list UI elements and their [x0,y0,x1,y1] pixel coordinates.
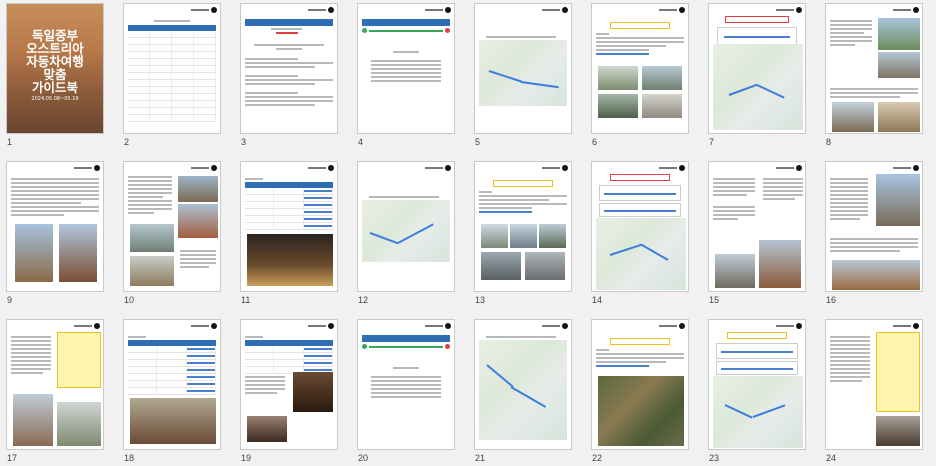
page-number: 9 [7,295,13,305]
page-thumb-22-image[interactable] [591,319,689,450]
page-thumbnail-grid: 독일중부 오스트리아 자동차여행 맞춤 가이드북 2024.05.08~05.1… [0,0,936,466]
page-thumb-3[interactable]: 3 [234,0,351,155]
page-thumb-7-image[interactable] [708,3,806,134]
page-thumb-7[interactable]: 7 [702,0,819,155]
page-thumb-2-image[interactable] [123,3,221,134]
route-map [713,376,803,448]
page-number: 23 [709,453,720,463]
page-thumb-4[interactable]: 4 [351,0,468,155]
page-thumb-16-image[interactable] [825,161,923,292]
page-thumb-6-image[interactable] [591,3,689,134]
page-thumb-12[interactable]: 12 [351,158,468,313]
page-number: 12 [358,295,369,305]
page-thumb-15[interactable]: 15 [702,158,819,313]
page-thumb-5-image[interactable] [474,3,572,134]
page-number: 17 [7,453,18,463]
cover-date: 2024.05.08~05.19 [31,96,79,102]
page-thumb-20-image[interactable] [357,319,455,450]
cover-background: 독일중부 오스트리아 자동차여행 맞춤 가이드북 2024.05.08~05.1… [7,4,103,133]
page-thumb-17[interactable]: 17 [0,316,117,466]
cover-title: 독일중부 오스트리아 자동차여행 맞춤 가이드북 [11,30,99,95]
page-number: 2 [124,137,130,147]
page-thumb-18-image[interactable] [123,319,221,450]
page-thumb-13-image[interactable] [474,161,572,292]
page-number: 1 [7,137,13,147]
page-thumb-19[interactable]: 19 [234,316,351,466]
page-thumb-5[interactable]: 5 [468,0,585,155]
page-number: 3 [241,137,247,147]
page-number: 22 [592,453,603,463]
page-thumb-13[interactable]: 13 [468,158,585,313]
cover-title-line: 가이드북 [31,81,78,95]
page-number: 8 [826,137,832,147]
page-number: 16 [826,295,837,305]
page-thumb-19-image[interactable] [240,319,338,450]
page-thumb-17-image[interactable] [6,319,104,450]
page-thumb-14-image[interactable] [591,161,689,292]
page-thumb-3-image[interactable] [240,3,338,134]
page-thumb-12-image[interactable] [357,161,455,292]
page-number: 20 [358,453,369,463]
route-map [362,200,450,262]
page-thumb-9[interactable]: 9 [0,158,117,313]
page-number: 21 [475,453,486,463]
page-thumb-16[interactable]: 16 [819,158,936,313]
page-number: 14 [592,295,603,305]
page-thumb-9-image[interactable] [6,161,104,292]
page-thumb-6[interactable]: 6 [585,0,702,155]
page-number: 5 [475,137,481,147]
page-thumb-20[interactable]: 20 [351,316,468,466]
page-number: 6 [592,137,598,147]
page-thumb-24[interactable]: 24 [819,316,936,466]
page-number: 4 [358,137,364,147]
page-thumb-22[interactable]: 22 [585,316,702,466]
page-thumb-11[interactable]: 11 [234,158,351,313]
page-thumb-1-image[interactable]: 독일중부 오스트리아 자동차여행 맞춤 가이드북 2024.05.08~05.1… [6,3,104,134]
page-thumb-18[interactable]: 18 [117,316,234,466]
page-thumb-2[interactable]: 2 [117,0,234,155]
page-thumb-10[interactable]: 10 [117,158,234,313]
page-thumb-8[interactable]: 8 [819,0,936,155]
page-thumb-21-image[interactable] [474,319,572,450]
page-number: 18 [124,453,135,463]
page-number: 13 [475,295,486,305]
page-thumb-23-image[interactable] [708,319,806,450]
page-number: 7 [709,137,715,147]
route-map [479,340,567,440]
page-number: 15 [709,295,720,305]
page-number: 19 [241,453,252,463]
page-thumb-1[interactable]: 독일중부 오스트리아 자동차여행 맞춤 가이드북 2024.05.08~05.1… [0,0,117,155]
page-number: 11 [241,295,251,305]
page-thumb-10-image[interactable] [123,161,221,292]
page-number: 10 [124,295,135,305]
page-thumb-23[interactable]: 23 [702,316,819,466]
page-number: 24 [826,453,837,463]
page-thumb-14[interactable]: 14 [585,158,702,313]
page-thumb-15-image[interactable] [708,161,806,292]
page-thumb-4-image[interactable] [357,3,455,134]
page-thumb-8-image[interactable] [825,3,923,134]
page-thumb-11-image[interactable] [240,161,338,292]
page-thumb-21[interactable]: 21 [468,316,585,466]
page-thumb-24-image[interactable] [825,319,923,450]
